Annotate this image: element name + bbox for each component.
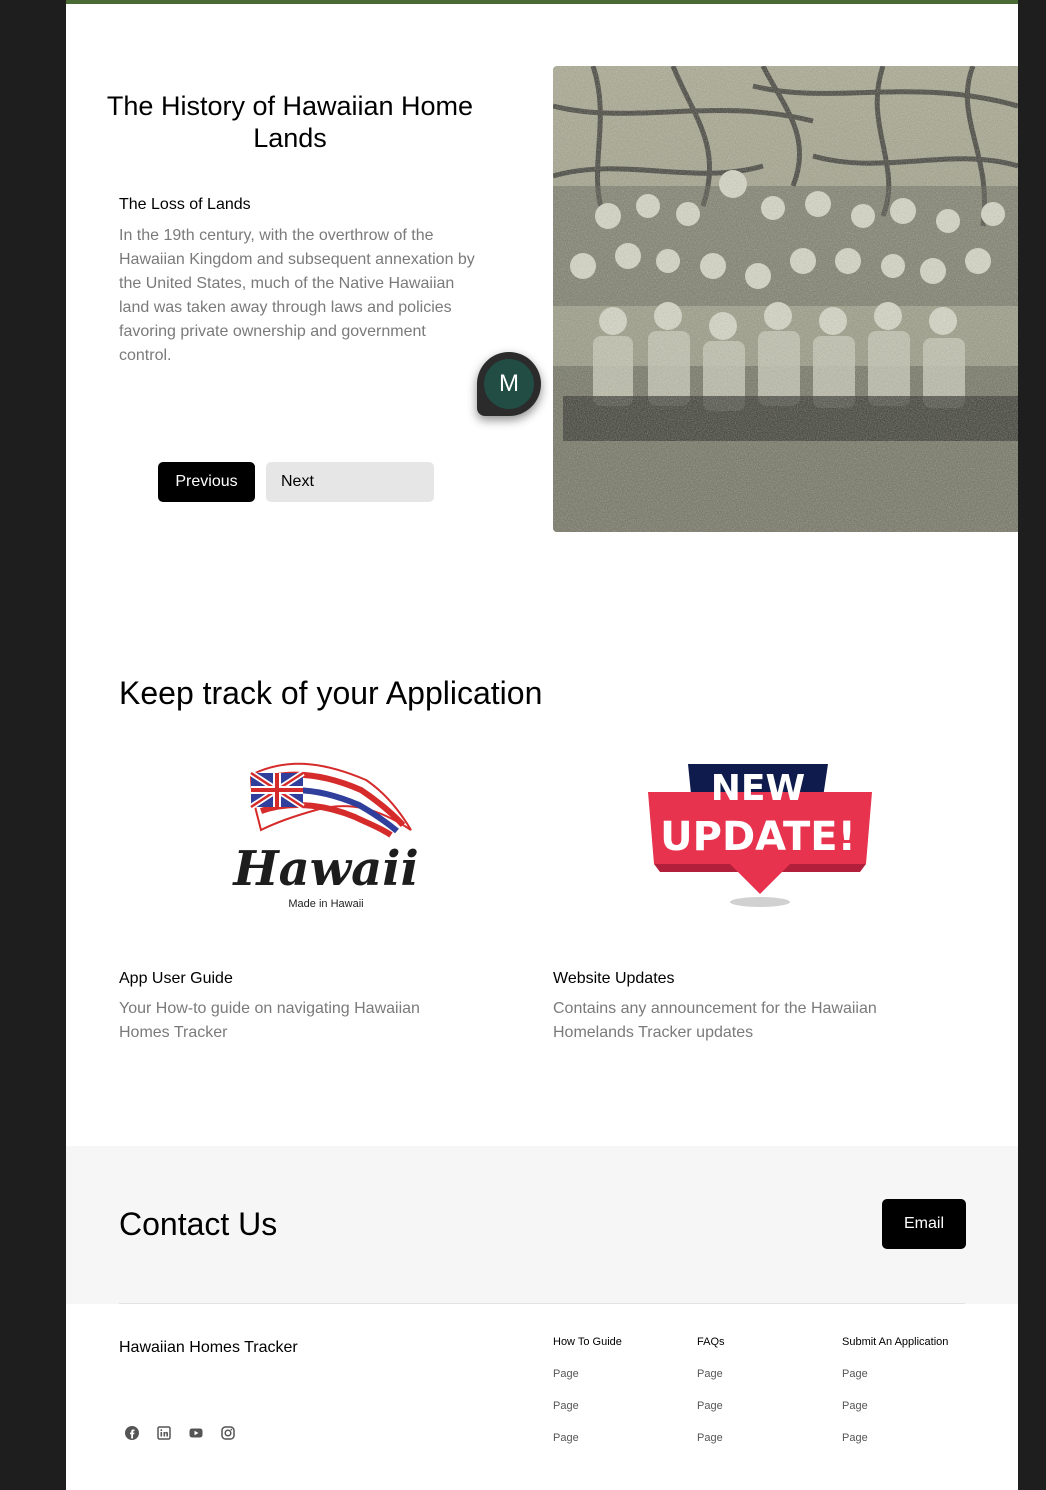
linkedin-icon[interactable] (156, 1425, 172, 1441)
footer-link[interactable]: Page (842, 1367, 982, 1381)
footer-column-heading[interactable]: Submit An Application (842, 1335, 982, 1349)
footer-link[interactable]: Page (697, 1367, 837, 1381)
previous-button[interactable]: Previous (158, 462, 255, 502)
instagram-icon[interactable] (220, 1425, 236, 1441)
next-button[interactable]: Next (266, 462, 434, 502)
top-accent-bar (66, 0, 1018, 4)
youtube-icon[interactable] (188, 1425, 204, 1441)
historical-photo (553, 66, 1018, 532)
footer-column-faqs: FAQs Page Page Page (697, 1335, 837, 1445)
update-logo-line2: UPDATE! (660, 814, 856, 860)
footer-link[interactable]: Page (697, 1431, 837, 1445)
footer-link[interactable]: Page (553, 1399, 693, 1413)
footer-link[interactable]: Page (553, 1431, 693, 1445)
contact-section: Contact Us Email (66, 1146, 1018, 1304)
footer-divider (119, 1303, 965, 1304)
footer-brand: Hawaiian Homes Tracker (119, 1339, 298, 1356)
footer-link[interactable]: Page (842, 1399, 982, 1413)
footer-link[interactable]: Page (842, 1431, 982, 1445)
update-logo-line1: NEW (711, 768, 805, 809)
track-section-title: Keep track of your Application (119, 675, 543, 711)
avatar: M (484, 359, 534, 409)
history-body: In the 19th century, with the overthrow … (119, 227, 475, 364)
made-in-hawaii-logo: Hawaii Made in Hawaii (231, 755, 421, 915)
card-app-user-guide-title[interactable]: App User Guide (119, 970, 233, 988)
footer-link[interactable]: Page (697, 1399, 837, 1413)
email-button[interactable]: Email (882, 1199, 966, 1249)
history-title: The History of Hawaiian Home Lands (106, 91, 474, 153)
footer-column-heading[interactable]: How To Guide (553, 1335, 693, 1349)
footer-column-how-to-guide: How To Guide Page Page Page (553, 1335, 693, 1445)
new-update-logo: NEW UPDATE! (644, 760, 876, 910)
page: The History of Hawaiian Home Lands The L… (66, 0, 1018, 1490)
history-subheading: The Loss of Lands (119, 196, 251, 213)
contact-title: Contact Us (119, 1206, 278, 1242)
facebook-icon[interactable] (124, 1425, 140, 1441)
hawaii-logo-caption: Made in Hawaii (288, 898, 363, 910)
footer-column-heading[interactable]: FAQs (697, 1335, 837, 1349)
hawaii-logo-word: Hawaii (231, 841, 418, 897)
chat-avatar-button[interactable]: M (477, 352, 541, 416)
card-website-updates-title[interactable]: Website Updates (553, 970, 675, 988)
footer-link[interactable]: Page (553, 1367, 693, 1381)
footer-column-submit-application: Submit An Application Page Page Page (842, 1335, 982, 1445)
card-website-updates-body: Contains any announcement for the Hawaii… (553, 1000, 877, 1041)
card-app-user-guide-body: Your How-to guide on navigating Hawaiian… (119, 1000, 420, 1041)
